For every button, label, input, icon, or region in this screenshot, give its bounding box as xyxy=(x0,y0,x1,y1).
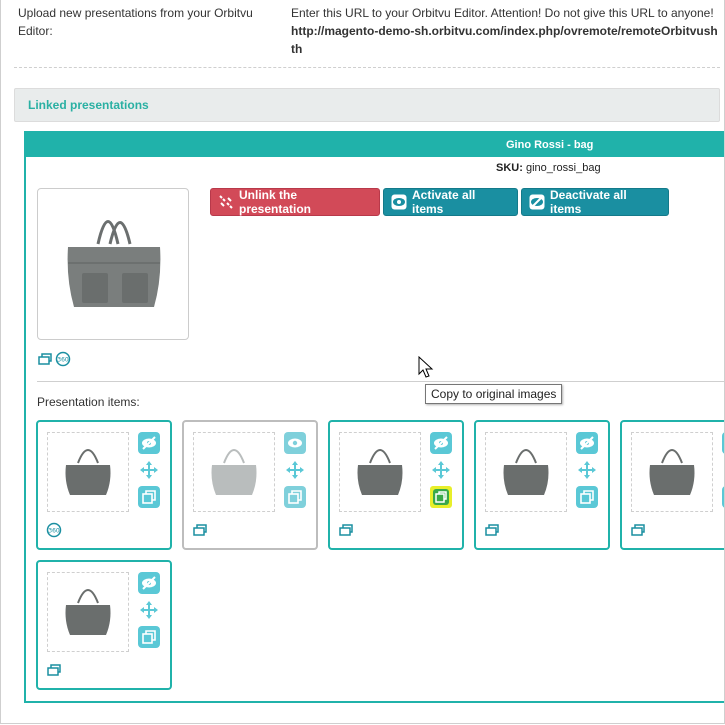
photo-icon xyxy=(339,524,353,536)
remote-url-wrap: th xyxy=(291,42,303,56)
deactivate-item-button[interactable] xyxy=(138,572,160,594)
move-item-handle[interactable] xyxy=(576,459,598,481)
item-type-icons xyxy=(484,522,500,538)
items-label: Presentation items: xyxy=(37,395,140,409)
linked-presentations-header[interactable]: Linked presentations xyxy=(14,88,720,122)
remote-url[interactable]: http://magento-demo-sh.orbitvu.com/index… xyxy=(291,22,724,40)
item-image xyxy=(631,432,713,512)
move-icon xyxy=(140,461,158,479)
item-type-icons xyxy=(338,522,354,538)
item-type-icons xyxy=(630,522,646,538)
rotate-360-icon: 360 xyxy=(55,351,71,367)
item-type-icons: 360 xyxy=(46,522,62,538)
photo-icon xyxy=(631,524,645,536)
copy-to-original-button[interactable] xyxy=(430,486,452,508)
sku-line: SKU: gino_rossi_bag xyxy=(496,162,601,174)
upload-label: Upload new presentations from your Orbit… xyxy=(18,6,253,38)
item-image xyxy=(193,432,275,512)
copy-icon xyxy=(580,490,594,504)
photo-icon xyxy=(47,664,61,676)
item-type-icons xyxy=(192,522,208,538)
photo-icon xyxy=(193,524,207,536)
presentation-header: Gino Rossi - bag xyxy=(26,133,724,157)
eye-slash-icon xyxy=(580,436,594,450)
dashed-divider xyxy=(14,67,720,68)
eye-icon xyxy=(391,194,407,210)
photo-icon xyxy=(38,353,52,365)
item-image xyxy=(485,432,567,512)
move-icon xyxy=(578,461,596,479)
bag-thumbnail-icon xyxy=(211,449,257,495)
deactivate-label: Deactivate all items xyxy=(550,188,627,216)
item-type-icons xyxy=(46,662,62,678)
move-item-handle[interactable] xyxy=(138,599,160,621)
presentation-item-card[interactable] xyxy=(182,420,318,550)
unlink-presentation-button[interactable]: Unlink the presentation xyxy=(210,188,380,216)
presentation-item-card[interactable] xyxy=(36,560,172,690)
deactivate-all-button[interactable]: Deactivate all items xyxy=(521,188,669,216)
move-icon xyxy=(432,461,450,479)
presentation-title: Gino Rossi - bag xyxy=(506,139,594,151)
copy-to-original-button[interactable] xyxy=(138,626,160,648)
section-title: Linked presentations xyxy=(28,98,149,112)
copy-icon xyxy=(142,490,156,504)
presentation-type-icons: 360 xyxy=(37,351,71,367)
activate-label: Activate all items xyxy=(412,188,476,216)
copy-icon xyxy=(433,489,449,505)
photo-icon xyxy=(485,524,499,536)
eye-slash-icon xyxy=(142,436,156,450)
copy-to-original-button[interactable] xyxy=(576,486,598,508)
eye-slash-icon xyxy=(434,436,448,450)
presentation-panel: Gino Rossi - bag SKU: gino_rossi_bag Unl… xyxy=(24,131,724,703)
activate-item-button[interactable] xyxy=(284,432,306,454)
move-icon xyxy=(286,461,304,479)
move-icon xyxy=(140,601,158,619)
bag-thumbnail-icon xyxy=(649,449,695,495)
sku-label: SKU: xyxy=(496,162,523,174)
unlink-icon xyxy=(219,195,233,209)
unlink-label: Unlink the presentation xyxy=(239,188,312,216)
copy-icon xyxy=(288,490,302,504)
deactivate-item-button[interactable] xyxy=(576,432,598,454)
item-image xyxy=(47,572,129,652)
presentation-item-card[interactable] xyxy=(328,420,464,550)
sku-value: gino_rossi_bag xyxy=(525,162,601,174)
presentation-item-card[interactable]: 360 xyxy=(36,420,172,550)
copy-to-original-button[interactable] xyxy=(138,486,160,508)
url-instruction: Enter this URL to your Orbitvu Editor. A… xyxy=(291,6,714,20)
copy-to-original-button[interactable] xyxy=(284,486,306,508)
item-image xyxy=(47,432,129,512)
svg-text:360: 360 xyxy=(48,528,60,535)
bag-thumbnail-icon xyxy=(503,449,549,495)
window-frame: Upload new presentations from your Orbit… xyxy=(0,0,725,724)
mouse-cursor-icon xyxy=(418,356,434,378)
rotate-360-icon: 360 xyxy=(46,522,62,538)
move-item-handle[interactable] xyxy=(284,459,306,481)
eye-slash-icon xyxy=(142,576,156,590)
move-item-handle[interactable] xyxy=(430,459,452,481)
eye-slash-icon xyxy=(529,194,545,210)
url-column: Enter this URL to your Orbitvu Editor. A… xyxy=(291,4,724,58)
presentation-item-card[interactable] xyxy=(620,420,724,550)
bag-image xyxy=(67,220,161,307)
move-item-handle[interactable] xyxy=(138,459,160,481)
copy-tooltip: Copy to original images xyxy=(425,384,563,404)
copy-icon xyxy=(142,630,156,644)
eye-icon xyxy=(288,438,302,448)
svg-text:360: 360 xyxy=(57,357,69,364)
item-image xyxy=(339,432,421,512)
presentation-item-card[interactable] xyxy=(474,420,610,550)
deactivate-item-button[interactable] xyxy=(430,432,452,454)
bag-thumbnail-icon xyxy=(65,589,111,635)
bag-thumbnail-icon xyxy=(357,449,403,495)
bag-thumbnail-icon xyxy=(65,449,111,495)
activate-all-button[interactable]: Activate all items xyxy=(383,188,518,216)
panel-divider xyxy=(37,381,724,382)
deactivate-item-button[interactable] xyxy=(138,432,160,454)
presentation-thumbnail[interactable] xyxy=(37,188,189,340)
